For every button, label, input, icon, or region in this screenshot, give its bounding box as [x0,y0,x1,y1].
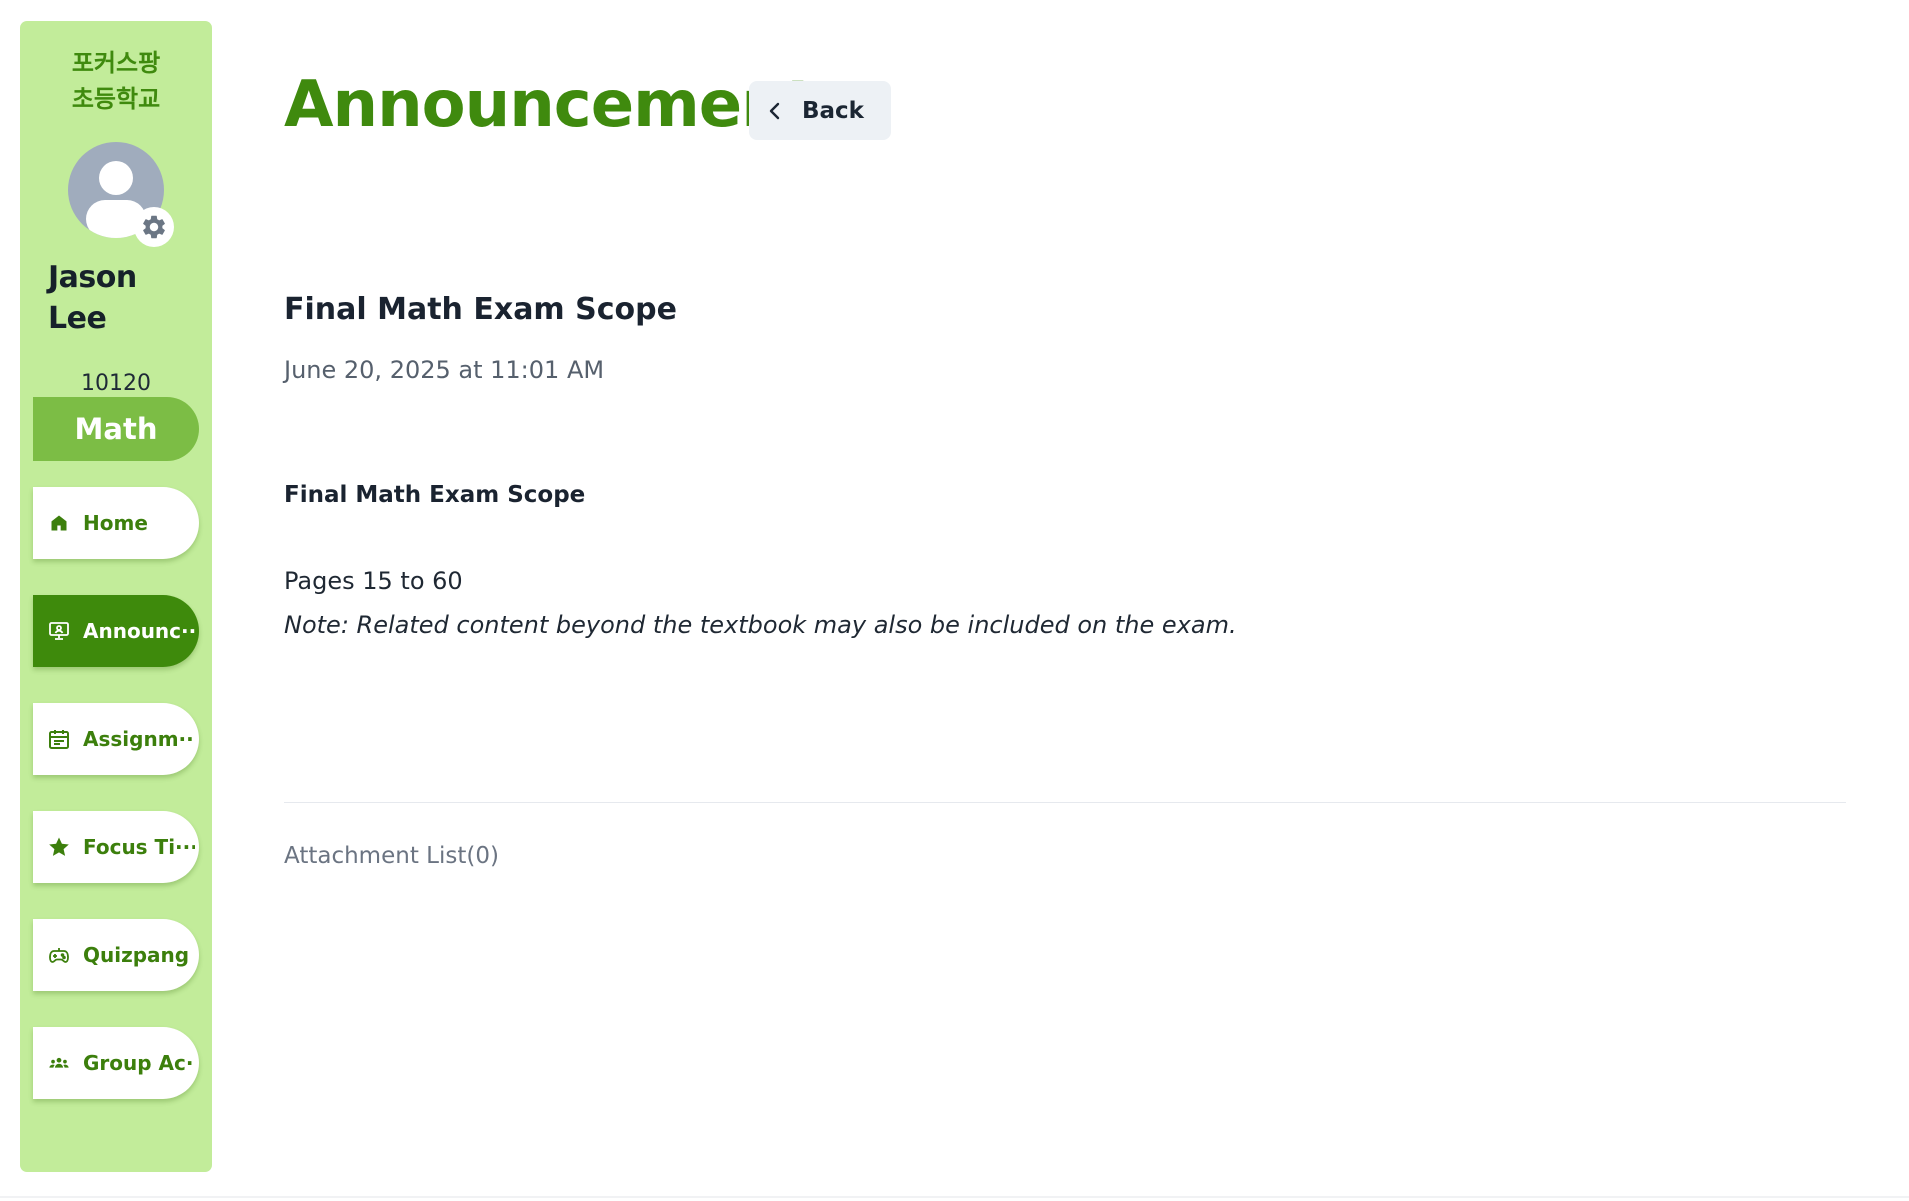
gamepad-icon [46,942,72,968]
announcement-title: Final Math Exam Scope [284,292,677,327]
group-icon [46,1050,72,1076]
school-name: 포커스팡 초등학교 [20,45,212,117]
page: 포커스팡 초등학교 Jason Lee 10120 Math Home Anno… [0,0,1909,1201]
sidebar-item-focus-time[interactable]: Focus Ti··· [33,811,199,883]
page-title: Announcement [284,68,816,142]
sidebar-item-label: Focus Ti··· [83,835,195,859]
school-name-line1: 포커스팡 [71,49,161,77]
sidebar: 포커스팡 초등학교 Jason Lee 10120 Math Home Anno… [20,21,212,1172]
sidebar-item-announcement[interactable]: Announc··· [33,595,199,667]
divider [284,802,1846,803]
star-icon [46,834,72,860]
gear-icon [143,215,165,239]
announcement-date: June 20, 2025 at 11:01 AM [284,356,605,384]
sidebar-item-group-activity[interactable]: Group Ac··· [33,1027,199,1099]
chevron-left-icon [769,102,780,119]
sidebar-item-label: Quizpang [83,943,190,967]
sidebar-item-label: Home [83,511,148,535]
calendar-icon [46,726,72,752]
user-first-name: Jason [48,260,137,295]
bottom-border [0,1196,1909,1198]
home-icon [46,510,72,536]
sidebar-item-home[interactable]: Home [33,487,199,559]
sidebar-item-label: Announc··· [83,619,195,643]
user-id: 10120 [81,371,151,396]
back-button[interactable]: Back [749,81,891,140]
announcement-body-heading: Final Math Exam Scope [284,482,586,508]
school-name-line2: 초등학교 [71,85,161,113]
user-last-name: Lee [48,301,107,336]
announcement-body-note: Note: Related content beyond the textboo… [284,611,1237,639]
settings-gear-button[interactable] [134,207,174,247]
attachment-list-label: Attachment List(0) [284,843,499,869]
sidebar-item-label: Assignm··· [83,727,195,751]
user-name: Jason Lee [48,257,198,339]
subject-badge: Math [33,397,199,461]
sidebar-item-assignment[interactable]: Assignm··· [33,703,199,775]
presentation-icon [46,618,72,644]
sidebar-item-quizpang[interactable]: Quizpang [33,919,199,991]
announcement-body-text: Pages 15 to 60 [284,567,463,595]
sidebar-item-label: Group Ac··· [83,1051,195,1075]
back-button-label: Back [802,97,864,124]
